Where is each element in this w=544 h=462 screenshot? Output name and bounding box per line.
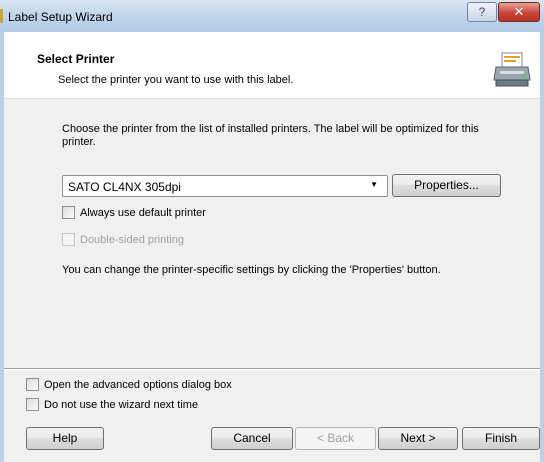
double-sided-checkbox: Double-sided printing <box>62 233 184 246</box>
finish-button[interactable]: Finish <box>462 427 540 450</box>
window-title: Label Setup Wizard <box>8 10 113 24</box>
help-title-button[interactable]: ? <box>467 2 497 22</box>
wizard-header: Select Printer Select the printer you wa… <box>4 32 540 99</box>
printer-description: Choose the printer from the list of inst… <box>62 123 479 148</box>
double-sided-label: Double-sided printing <box>80 233 184 246</box>
wizard-window: Label Setup Wizard ? ✕ Select Printer Se… <box>0 0 544 462</box>
checkbox-box <box>62 233 75 246</box>
printer-select-value: SATO CL4NX 305dpi <box>68 180 181 194</box>
dialog-client: Select Printer Select the printer you wa… <box>4 32 540 462</box>
help-button[interactable]: Help <box>26 427 104 450</box>
no-wizard-checkbox[interactable]: Do not use the wizard next time <box>26 398 198 411</box>
title-bar[interactable]: Label Setup Wizard ? ✕ <box>0 0 544 32</box>
printer-icon <box>493 52 531 87</box>
chevron-down-icon[interactable]: ▼ <box>370 180 378 189</box>
properties-button[interactable]: Properties... <box>392 174 501 197</box>
close-button[interactable]: ✕ <box>498 2 540 22</box>
cancel-button[interactable]: Cancel <box>211 427 293 450</box>
next-button[interactable]: Next > <box>378 427 458 450</box>
app-icon <box>0 9 3 23</box>
checkbox-box[interactable] <box>26 398 39 411</box>
no-wizard-label: Do not use the wizard next time <box>44 398 199 411</box>
footer-separator <box>4 368 540 370</box>
always-default-checkbox[interactable]: Always use default printer <box>62 206 206 219</box>
advanced-options-label: Open the advanced options dialog box <box>44 378 232 391</box>
always-default-label: Always use default printer <box>80 206 206 219</box>
checkbox-box[interactable] <box>26 378 39 391</box>
checkbox-box[interactable] <box>62 206 75 219</box>
page-title: Select Printer <box>37 52 115 66</box>
back-button: < Back <box>295 427 376 450</box>
printer-select[interactable]: SATO CL4NX 305dpi ▼ <box>62 175 388 197</box>
properties-note: You can change the printer-specific sett… <box>62 264 441 276</box>
page-subtitle: Select the printer you want to use with … <box>58 74 294 86</box>
advanced-options-checkbox[interactable]: Open the advanced options dialog box <box>26 378 232 391</box>
